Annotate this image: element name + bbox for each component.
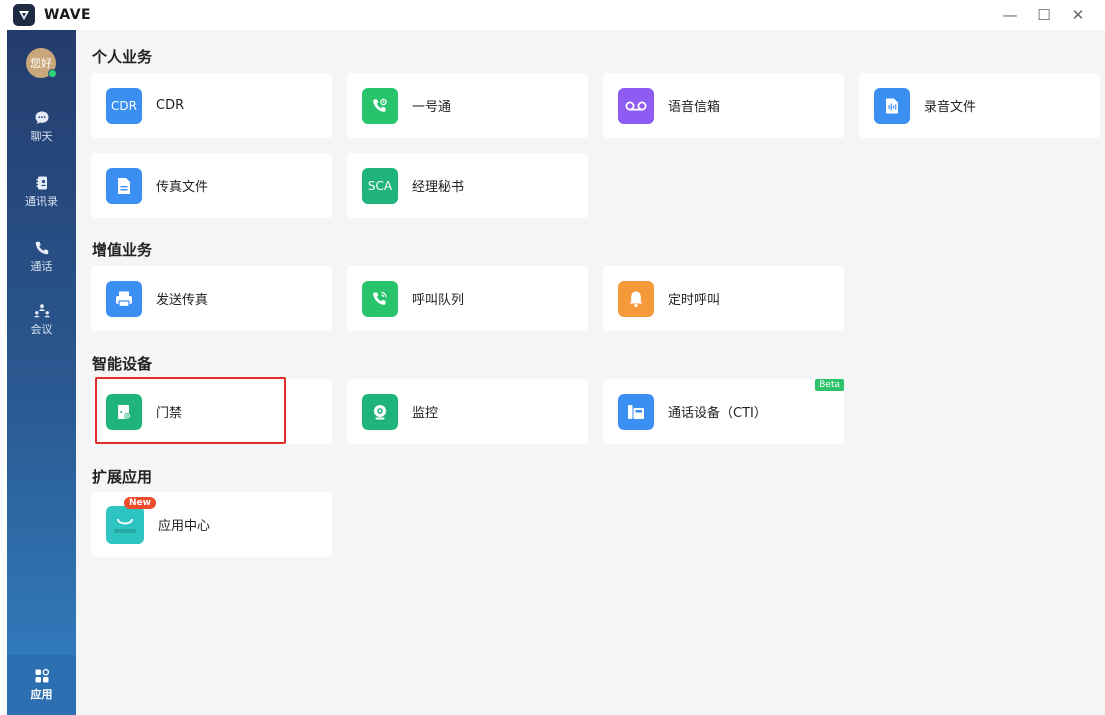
section-title-personal: 个人业务: [92, 48, 153, 66]
maximize-button[interactable]: ☐: [1027, 0, 1061, 30]
app-title: WAVE: [44, 7, 92, 23]
chat-icon: [35, 111, 48, 124]
apps-icon: [35, 668, 49, 683]
new-badge: New: [124, 496, 156, 509]
card-app-center[interactable]: New 应用中心: [91, 492, 332, 557]
card-label: 门禁: [156, 406, 183, 421]
avatar-text: 您好: [30, 57, 52, 70]
sca-icon: SCA: [362, 167, 398, 204]
app-store-icon: New: [106, 496, 156, 544]
cdr-icon: CDR: [106, 87, 142, 124]
door-access-icon: [106, 393, 142, 430]
close-button[interactable]: ✕: [1061, 0, 1095, 30]
card-cti-device[interactable]: 通话设备（CTI） Beta: [603, 379, 844, 444]
section-title-value-added: 增值业务: [92, 241, 153, 259]
card-label: 发送传真: [156, 293, 209, 308]
card-monitoring[interactable]: 监控: [347, 379, 588, 444]
card-scheduled-call[interactable]: 定时呼叫: [603, 266, 844, 331]
cdr-icon-text: CDR: [111, 98, 137, 113]
contacts-icon: [36, 176, 47, 190]
sidebar-item-calls[interactable]: 通话: [7, 240, 76, 274]
sidebar-item-label: 应用: [30, 688, 53, 701]
minimize-button[interactable]: —: [993, 0, 1027, 30]
card-send-fax[interactable]: 发送传真: [91, 266, 332, 331]
call-queue-icon: [362, 280, 398, 317]
sidebar-item-chat[interactable]: 聊天: [7, 110, 76, 144]
card-one-number[interactable]: 一号通: [347, 73, 588, 138]
card-label: 传真文件: [156, 180, 209, 195]
wave-logo-icon: [13, 4, 35, 26]
beta-badge: Beta: [815, 379, 844, 391]
card-voicemail[interactable]: 语音信箱: [603, 73, 844, 138]
sidebar-item-label: 通讯录: [25, 195, 58, 208]
sidebar-item-meeting[interactable]: 会议: [7, 303, 76, 337]
phone-icon: [35, 241, 48, 255]
title-bar: WAVE — ☐ ✕: [0, 0, 1105, 30]
bell-icon: [618, 280, 654, 317]
card-recordings[interactable]: 录音文件: [859, 73, 1100, 138]
window-controls: — ☐ ✕: [993, 0, 1095, 30]
card-label: 录音文件: [924, 100, 977, 115]
section-title-extensions: 扩展应用: [92, 468, 153, 486]
card-cdr[interactable]: CDR CDR: [91, 73, 332, 138]
fax-icon: [106, 280, 142, 317]
card-label: CDR: [156, 98, 185, 113]
camera-icon: [362, 393, 398, 430]
card-call-queue[interactable]: 呼叫队列: [347, 266, 588, 331]
card-label: 应用中心: [158, 519, 211, 534]
card-label: 监控: [412, 406, 439, 421]
sidebar-item-label: 聊天: [30, 130, 53, 143]
recording-icon: [874, 87, 910, 124]
card-label: 定时呼叫: [668, 293, 721, 308]
sidebar-item-apps[interactable]: 应用: [7, 668, 76, 702]
avatar[interactable]: 您好: [26, 48, 57, 78]
cti-device-icon: [618, 393, 654, 430]
sidebar-item-label: 会议: [30, 323, 53, 336]
card-manager-secretary[interactable]: SCA 经理秘书: [347, 153, 588, 218]
card-label: 一号通: [412, 100, 452, 115]
document-icon: [106, 167, 142, 204]
phone-forward-icon: [362, 87, 398, 124]
sidebar: 您好 聊天 通讯录 通话 会议 应用: [7, 30, 76, 715]
card-fax-files[interactable]: 传真文件: [91, 153, 332, 218]
apps-panel: 个人业务 CDR CDR 一号通 语音信箱 录音文件 传真文件 SCA 经理秘书…: [76, 30, 1105, 715]
card-label: 经理秘书: [412, 180, 465, 195]
sidebar-item-contacts[interactable]: 通讯录: [7, 175, 76, 209]
card-label: 呼叫队列: [412, 293, 465, 308]
voicemail-icon: [618, 87, 654, 124]
card-label: 通话设备（CTI）: [668, 406, 767, 421]
card-label: 语音信箱: [668, 100, 721, 115]
online-status-dot: [48, 69, 57, 78]
meeting-icon: [33, 304, 50, 318]
sca-icon-text: SCA: [367, 178, 393, 193]
card-door-access[interactable]: 门禁: [91, 379, 332, 444]
section-title-smart-devices: 智能设备: [92, 355, 153, 373]
sidebar-item-label: 通话: [30, 260, 53, 273]
